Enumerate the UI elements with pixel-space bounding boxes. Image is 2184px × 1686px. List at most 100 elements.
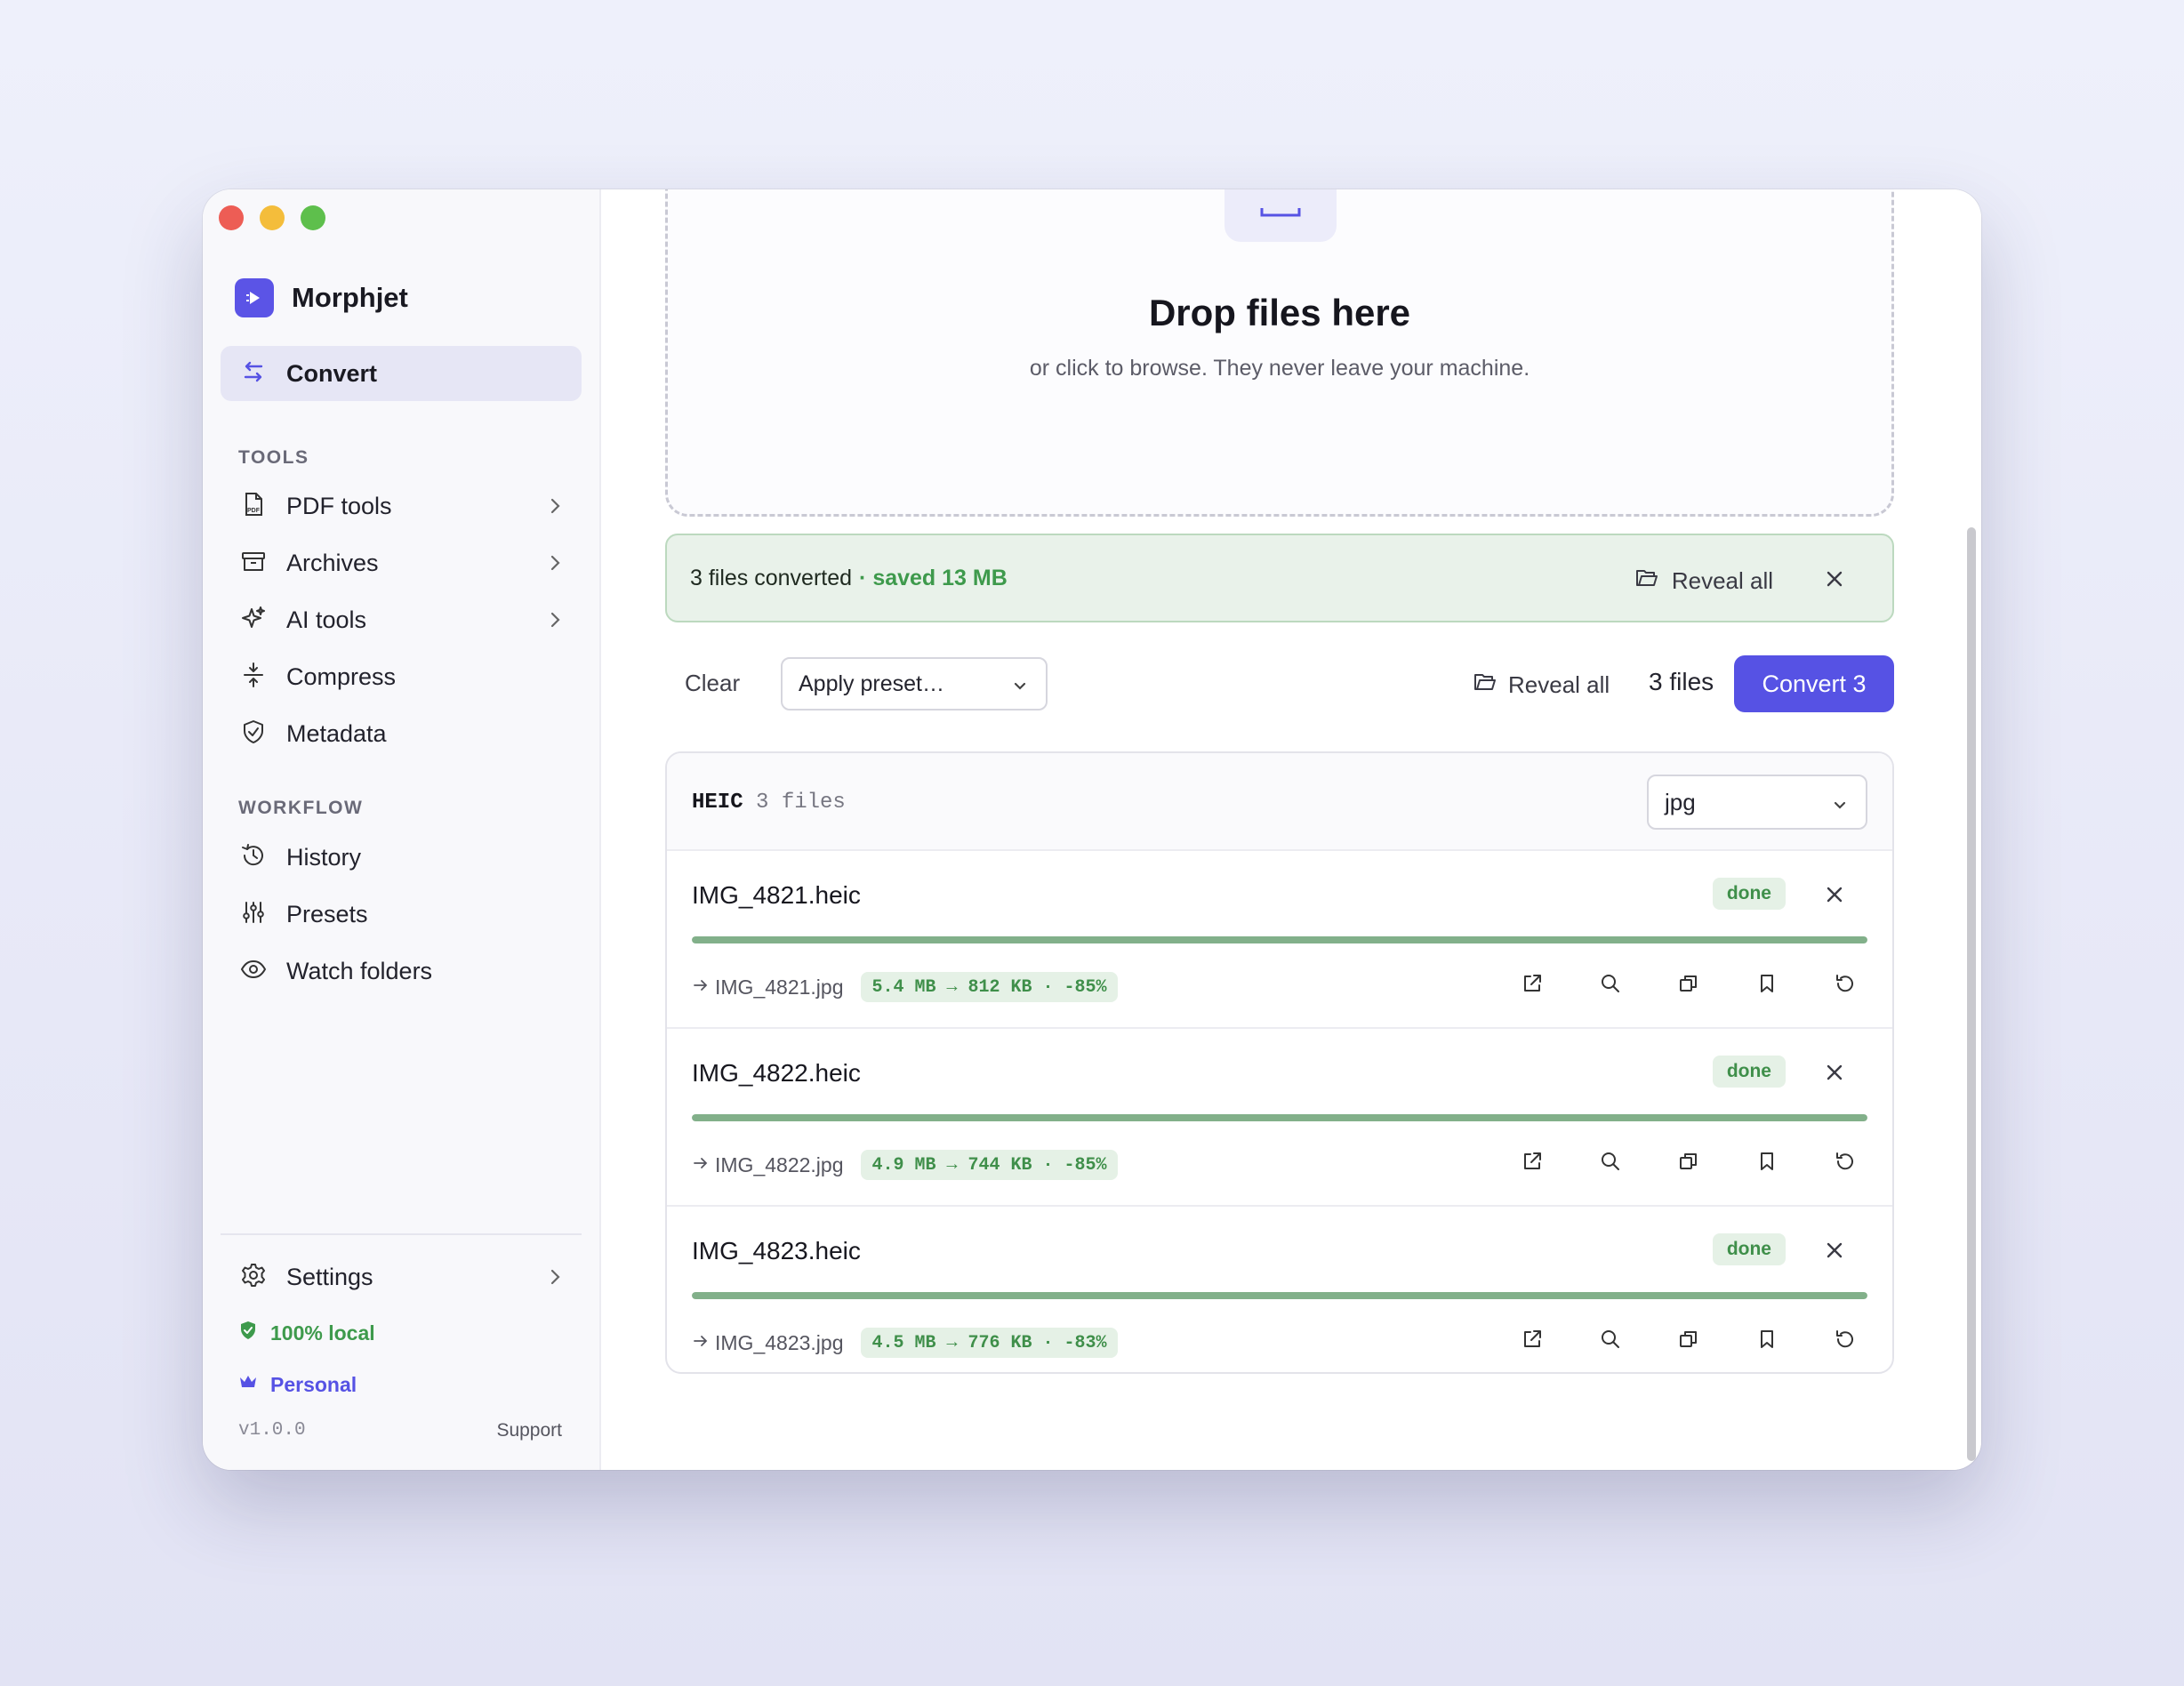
preview-button[interactable] — [1599, 1328, 1622, 1351]
sidebar-item-label: Settings — [286, 1263, 373, 1290]
reveal-all-button[interactable]: Reveal all — [1473, 670, 1610, 701]
output-info: IMG_4822.jpg 4.9 MB → 744 KB · -85% — [692, 1150, 1118, 1180]
undo-icon — [1836, 1330, 1853, 1348]
app-version: v1.0.0 — [238, 1420, 306, 1441]
file-count: 3 files — [1649, 668, 1714, 695]
redo-conversion-button[interactable] — [1834, 972, 1857, 995]
bookmark-button[interactable] — [1755, 1150, 1779, 1173]
arrow-right-icon — [692, 1153, 710, 1177]
open-external-button[interactable] — [1521, 1328, 1544, 1351]
progress-bar — [692, 936, 1867, 943]
copy-button[interactable] — [1677, 1150, 1700, 1173]
open-external-button[interactable] — [1521, 1150, 1544, 1173]
output-file-name[interactable]: IMG_4823.jpg — [715, 1331, 843, 1355]
banner-reveal-all-label: Reveal all — [1671, 567, 1773, 594]
drop-zone-subtitle: or click to browse. They never leave you… — [1029, 356, 1530, 381]
undo-icon — [1836, 975, 1853, 992]
magnifier-icon — [1602, 975, 1619, 992]
sparkles-icon — [240, 605, 267, 636]
sidebar-item-compress[interactable]: Compress — [221, 651, 582, 702]
sidebar-item-archives[interactable]: Archives — [221, 537, 582, 589]
app-name: Morphjet — [292, 282, 408, 313]
undo-icon — [1836, 1152, 1853, 1170]
folder-open-icon — [1634, 566, 1659, 597]
redo-conversion-button[interactable] — [1834, 1150, 1857, 1173]
sidebar-item-presets[interactable]: Presets — [221, 888, 582, 940]
progress-bar — [692, 1114, 1867, 1121]
banner-message: 3 files converted — [690, 565, 853, 590]
sidebar-item-label: Watch folders — [286, 957, 433, 984]
dismiss-banner-button[interactable] — [1823, 567, 1846, 595]
scrollbar[interactable] — [1967, 527, 1976, 1461]
sidebar-item-pdf-tools[interactable]: PDF PDF tools — [221, 480, 582, 532]
file-group-label: HEIC 3 files — [692, 791, 846, 815]
chevron-right-icon — [544, 609, 566, 635]
sidebar-item-ai-tools[interactable]: AI tools — [221, 594, 582, 646]
output-file-name[interactable]: IMG_4822.jpg — [715, 1153, 843, 1177]
sidebar-item-watch-folders[interactable]: Watch folders — [221, 945, 582, 997]
file-actions — [1521, 972, 1857, 995]
output-file-name[interactable]: IMG_4821.jpg — [715, 975, 843, 1000]
bookmark-icon — [1761, 1152, 1773, 1170]
banner-reveal-all-button[interactable]: Reveal all — [1634, 566, 1773, 597]
close-icon — [1827, 571, 1843, 587]
app-window: Morphjet Convert TOOLS PDF PDF tools Arc… — [203, 189, 1981, 1470]
history-icon — [240, 842, 267, 873]
target-format-select[interactable]: jpg — [1647, 775, 1867, 830]
copy-button[interactable] — [1677, 972, 1700, 995]
sidebar-item-metadata[interactable]: Metadata — [221, 708, 582, 759]
open-external-button[interactable] — [1521, 972, 1544, 995]
remove-file-button[interactable] — [1823, 1239, 1846, 1266]
preview-button[interactable] — [1599, 972, 1622, 995]
bookmark-button[interactable] — [1755, 1328, 1779, 1351]
convert-button[interactable]: Convert 3 — [1734, 655, 1894, 712]
file-name: IMG_4821.heic — [692, 881, 861, 909]
sidebar-item-settings[interactable]: Settings — [221, 1251, 582, 1303]
shield-check-icon — [240, 719, 267, 750]
sidebar-item-history[interactable]: History — [221, 831, 582, 883]
bookmark-icon — [1761, 1330, 1773, 1348]
support-link[interactable]: Support — [496, 1420, 562, 1441]
file-list: IMG_4821.heic done IMG_4821.jpg 5.4 MB →… — [667, 851, 1892, 1372]
drop-zone[interactable]: Drop files here or click to browse. They… — [665, 189, 1894, 517]
brand: Morphjet — [235, 278, 408, 317]
preview-button[interactable] — [1599, 1150, 1622, 1173]
sidebar-divider — [221, 1233, 582, 1235]
redo-conversion-button[interactable] — [1834, 1328, 1857, 1351]
remove-file-button[interactable] — [1823, 1061, 1846, 1088]
reveal-all-label: Reveal all — [1508, 671, 1610, 698]
file-group-header: HEIC 3 files jpg — [667, 753, 1892, 851]
remove-file-button[interactable] — [1823, 883, 1846, 911]
progress-fill — [692, 936, 1867, 943]
file-name: IMG_4822.heic — [692, 1059, 861, 1087]
folder-open-icon — [1473, 670, 1497, 701]
local-badge: 100% local — [238, 1321, 375, 1345]
plan-badge[interactable]: Personal — [238, 1372, 357, 1397]
progress-fill — [692, 1114, 1867, 1121]
apply-preset-select[interactable]: Apply preset… — [781, 657, 1048, 711]
close-icon — [1827, 887, 1843, 903]
size-delta-badge: 5.4 MB → 812 KB · -85% — [861, 972, 1118, 1002]
copy-button[interactable] — [1677, 1328, 1700, 1351]
close-window-button[interactable] — [219, 205, 244, 230]
bookmark-button[interactable] — [1755, 972, 1779, 995]
copy-icon — [1680, 975, 1697, 992]
open-external-icon — [1524, 975, 1541, 992]
status-badge: done — [1712, 878, 1786, 910]
main-content: Drop files here or click to browse. They… — [601, 189, 1981, 1470]
copy-icon — [1680, 1331, 1697, 1347]
clear-button[interactable]: Clear — [685, 670, 740, 697]
source-format: HEIC — [692, 791, 743, 815]
zoom-window-button[interactable] — [301, 205, 325, 230]
sidebar-item-convert[interactable]: Convert — [221, 346, 582, 401]
close-icon — [1827, 1242, 1843, 1258]
gear-icon — [240, 1262, 267, 1293]
status-badge: done — [1712, 1056, 1786, 1088]
chevron-right-icon — [544, 552, 566, 578]
sidebar-item-label: Compress — [286, 662, 397, 690]
minimize-window-button[interactable] — [260, 205, 285, 230]
file-name: IMG_4823.heic — [692, 1237, 861, 1264]
arrows-swap-icon — [240, 358, 267, 389]
open-external-icon — [1524, 1152, 1541, 1169]
copy-icon — [1680, 1153, 1697, 1169]
